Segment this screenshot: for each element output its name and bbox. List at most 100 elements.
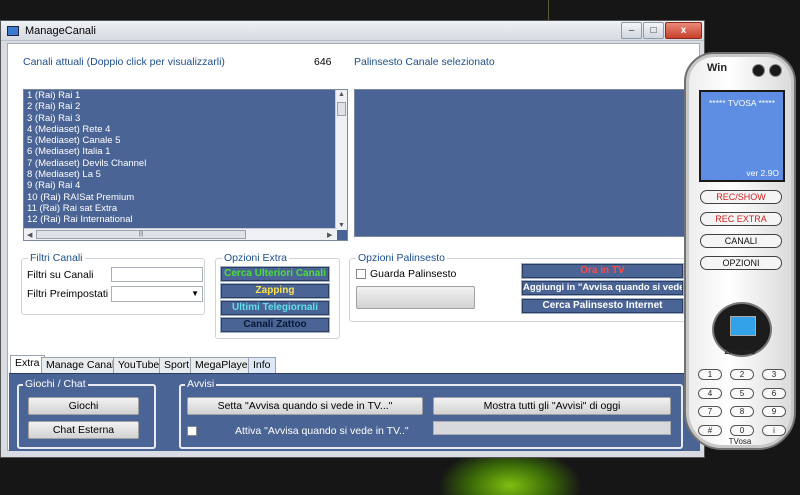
list-item[interactable]: 2 (Rai) Rai 2 bbox=[24, 101, 334, 112]
list-item[interactable]: 7 (Mediaset) Devils Channel bbox=[24, 158, 334, 169]
key-8[interactable]: 8 bbox=[730, 406, 754, 417]
remote-control-widget: Win ***** TVOSA ***** ver 2.9O REC/SHOW … bbox=[684, 52, 796, 450]
list-item[interactable]: 5 (Mediaset) Canale 5 bbox=[24, 135, 334, 146]
list-item[interactable]: 6 (Mediaset) Italia 1 bbox=[24, 146, 334, 157]
vscroll-thumb[interactable] bbox=[337, 102, 346, 116]
tab-extra[interactable]: Extra bbox=[10, 355, 45, 374]
zattoo-channels-button[interactable]: Canali Zattoo bbox=[220, 317, 330, 333]
remote-version: ver 2.9O bbox=[746, 168, 779, 178]
key-5[interactable]: 5 bbox=[730, 388, 754, 399]
key-info[interactable]: i bbox=[762, 425, 786, 436]
list-item[interactable]: 10 (Rai) RAISat Premium bbox=[24, 192, 334, 203]
add-alert-button[interactable]: Aggiungi in "Avvisa quando si vede" bbox=[521, 280, 684, 296]
scroll-up-icon[interactable]: ▲ bbox=[338, 91, 345, 98]
key-3[interactable]: 3 bbox=[762, 369, 786, 380]
rec-show-button[interactable]: REC/SHOW bbox=[700, 190, 782, 204]
now-on-tv-button[interactable]: Ora in TV bbox=[521, 263, 684, 279]
key-9[interactable]: 9 bbox=[762, 406, 786, 417]
list-item[interactable]: 4 (Mediaset) Rete 4 bbox=[24, 124, 334, 135]
channels-header: Canali attuali (Doppio click per visuali… bbox=[23, 56, 225, 68]
schedule-options-group: Opzioni Palinsesto Guarda Palinsesto Ora… bbox=[349, 252, 692, 322]
power-dot-icon[interactable] bbox=[769, 64, 782, 77]
remote-brand: TVosa bbox=[728, 437, 752, 446]
games-chat-group: Giochi / Chat Giochi Chat Esterna bbox=[17, 378, 156, 449]
zapping-button[interactable]: Zapping bbox=[220, 283, 330, 299]
filters-title: Filtri Canali bbox=[28, 252, 85, 264]
tab-sport[interactable]: Sport bbox=[159, 357, 195, 373]
channels-count: 646 bbox=[314, 56, 332, 68]
monitor-icon bbox=[730, 316, 756, 336]
search-internet-schedule-button[interactable]: Cerca Palinsesto Internet bbox=[521, 298, 684, 314]
key-hash[interactable]: # bbox=[698, 425, 722, 436]
rec-extra-button[interactable]: REC EXTRA bbox=[700, 212, 782, 226]
preset-filter-select[interactable]: ▼ bbox=[111, 286, 203, 302]
alerts-group: Avvisi Setta "Avvisa quando si vede in T… bbox=[179, 378, 683, 449]
maximize-button[interactable]: □ bbox=[643, 22, 664, 39]
schedule-panel[interactable] bbox=[354, 89, 700, 237]
key-7[interactable]: 7 bbox=[698, 406, 722, 417]
desktop-line bbox=[548, 0, 549, 20]
latest-news-button[interactable]: Ultimi Telegiornali bbox=[220, 300, 330, 316]
options-button[interactable]: OPZIONI bbox=[700, 256, 782, 270]
channel-list[interactable]: 1 (Rai) Rai 12 (Rai) Rai 23 (Rai) Rai 34… bbox=[23, 89, 348, 241]
schedule-blank-button[interactable] bbox=[356, 286, 475, 309]
show-all-alerts-button[interactable]: Mostra tutti gli "Avvisi" di oggi bbox=[433, 397, 671, 415]
watch-schedule-label: Guarda Palinsesto bbox=[370, 268, 457, 280]
key-4[interactable]: 4 bbox=[698, 388, 722, 399]
chevron-down-icon[interactable]: ▼ bbox=[191, 289, 199, 298]
channel-list-items: 1 (Rai) Rai 12 (Rai) Rai 23 (Rai) Rai 34… bbox=[24, 90, 334, 226]
enable-alert-label: Attiva "Avvisa quando si vede in TV.." bbox=[235, 425, 409, 437]
alerts-title: Avvisi bbox=[185, 378, 217, 390]
manage-canali-window: ManageCanali – □ x Canali attuali (Doppi… bbox=[0, 20, 705, 458]
filters-group: Filtri Canali Filtri su Canali Filtri Pr… bbox=[21, 252, 205, 315]
tab-info[interactable]: Info bbox=[248, 357, 276, 373]
remote-logo: Win bbox=[707, 62, 728, 74]
remote-screen: ***** TVOSA ***** ver 2.9O bbox=[699, 90, 785, 182]
search-more-channels-button[interactable]: Cerca Ulteriori Canali bbox=[220, 266, 330, 282]
scroll-down-icon[interactable]: ▼ bbox=[338, 222, 345, 229]
record-dot-icon[interactable] bbox=[752, 64, 765, 77]
remote-top: Win bbox=[690, 58, 790, 78]
key-2[interactable]: 2 bbox=[730, 369, 754, 380]
external-chat-button[interactable]: Chat Esterna bbox=[28, 421, 139, 439]
enable-alert-checkbox[interactable] bbox=[187, 426, 197, 436]
preset-filter-label: Filtri Preimpostati bbox=[27, 288, 109, 300]
channels-button[interactable]: CANALI bbox=[700, 234, 782, 248]
list-item[interactable]: 11 (Rai) Rai sat Extra bbox=[24, 203, 334, 214]
client-area: Canali attuali (Doppio click per visuali… bbox=[7, 43, 700, 451]
games-chat-title: Giochi / Chat bbox=[23, 378, 88, 390]
key-6[interactable]: 6 bbox=[762, 388, 786, 399]
schedule-header: Palinsesto Canale selezionato bbox=[354, 56, 495, 68]
list-item[interactable]: 8 (Mediaset) La 5 bbox=[24, 169, 334, 180]
schedule-options-title: Opzioni Palinsesto bbox=[356, 252, 447, 264]
tab-youtube[interactable]: YouTube bbox=[113, 357, 165, 373]
scroll-left-icon[interactable]: ◀ bbox=[27, 231, 32, 239]
extra-options-title: Opzioni Extra bbox=[222, 252, 290, 264]
tab-megaplayer[interactable]: MegaPlayer bbox=[190, 357, 257, 373]
window-title: ManageCanali bbox=[25, 25, 96, 37]
close-button[interactable]: x bbox=[665, 22, 702, 39]
key-0[interactable]: 0 bbox=[730, 425, 754, 436]
channel-list-vscroll[interactable]: ▲ ▼ bbox=[335, 90, 347, 230]
hscroll-thumb[interactable]: ||| bbox=[36, 230, 246, 239]
minimize-button[interactable]: – bbox=[621, 22, 642, 39]
extra-tab-panel: Giochi / Chat Giochi Chat Esterna Avvisi… bbox=[9, 373, 700, 451]
scroll-right-icon[interactable]: ▶ bbox=[327, 231, 332, 239]
title-bar[interactable]: ManageCanali – □ x bbox=[1, 21, 704, 41]
games-button[interactable]: Giochi bbox=[28, 397, 139, 415]
alerts-progress-bar bbox=[433, 421, 671, 435]
extra-options-group: Opzioni Extra Cerca Ulteriori Canali Zap… bbox=[215, 252, 340, 339]
tab-manage-canali[interactable]: Manage Canali bbox=[41, 357, 122, 373]
app-icon bbox=[7, 26, 19, 36]
channel-list-hscroll[interactable]: ◀ ||| ▶ bbox=[24, 228, 337, 240]
watch-schedule-checkbox[interactable] bbox=[356, 269, 366, 279]
list-item[interactable]: 1 (Rai) Rai 1 bbox=[24, 90, 334, 101]
channel-filter-input[interactable] bbox=[111, 267, 203, 282]
list-item[interactable]: 12 (Rai) Rai International bbox=[24, 214, 334, 225]
channel-filter-label: Filtri su Canali bbox=[27, 269, 94, 281]
key-1[interactable]: 1 bbox=[698, 369, 722, 380]
remote-screen-title: ***** TVOSA ***** bbox=[709, 98, 775, 108]
set-alert-button[interactable]: Setta "Avvisa quando si vede in TV..." bbox=[187, 397, 423, 415]
list-item[interactable]: 3 (Rai) Rai 3 bbox=[24, 113, 334, 124]
list-item[interactable]: 9 (Rai) Rai 4 bbox=[24, 180, 334, 191]
